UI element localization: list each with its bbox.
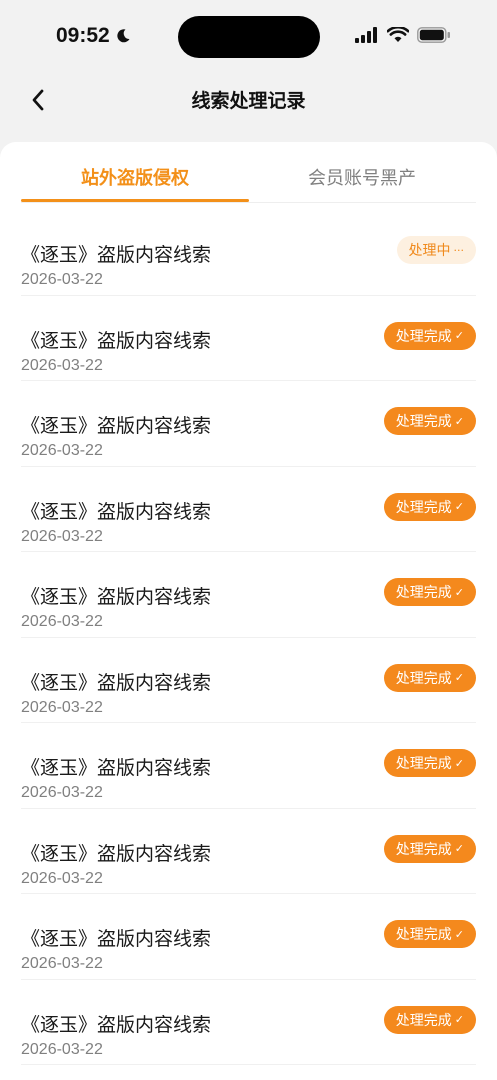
battery-icon [417,27,450,43]
item-title: 《逐玉》盗版内容线索 [21,586,212,608]
moon-icon [117,29,130,43]
item-title: 《逐玉》盗版内容线索 [21,500,212,523]
ellipsis-icon: ··· [453,243,465,257]
list-item[interactable]: 《逐玉》盗版内容线索 2026-03-22 处理完成 ✓ [21,980,476,1065]
check-icon: ✓ [454,927,464,941]
list-item[interactable]: 《逐玉》盗版内容线索 2026-03-22 处理完成 ✓ [21,467,476,552]
status-badge: 处理完成 ✓ [383,663,476,692]
item-date: 2026-03-22 [21,955,103,972]
tab-member-account-blackmarket[interactable]: 会员账号黑产 [248,164,476,190]
tabs-divider [21,202,476,203]
item-date: 2026-03-22 [21,442,103,459]
status-badge: 处理完成 ✓ [383,578,476,606]
status-badge: 处理完成 ✓ [383,321,476,350]
status-text: 处理中 [408,243,451,259]
item-date: 2026-03-22 [21,527,103,545]
check-icon: ✓ [454,414,464,428]
item-title: 《逐玉》盗版内容线索 [21,244,212,266]
status-text: 处理完成 [395,841,452,858]
item-date: 2026-03-22 [21,613,103,630]
status-badge: 处理完成 ✓ [383,407,476,435]
check-icon: ✓ [454,500,464,513]
status-text: 处理完成 [395,414,452,430]
status-text: 处理完成 [395,927,452,943]
status-text: 处理完成 [395,1012,452,1029]
check-icon: ✓ [454,585,464,599]
check-icon: ✓ [454,842,464,855]
item-title: 《逐玉》盗版内容线索 [21,415,212,437]
list-item[interactable]: 《逐玉》盗版内容线索 2026-03-22 处理完成 ✓ [21,638,476,723]
tab-offsite-piracy[interactable]: 站外盗版侵权 [21,164,249,190]
list-item[interactable]: 《逐玉》盗版内容线索 2026-03-22 处理完成 ✓ [21,296,476,381]
item-date: 2026-03-22 [21,698,103,716]
item-date: 2026-03-22 [21,1040,103,1058]
status-time: 09:52 [56,24,131,48]
list-item[interactable]: 《逐玉》盗版内容线索 2026-03-22 处理中 ··· [21,210,476,296]
status-text: 处理完成 [395,585,452,601]
status-badge: 处理完成 ✓ [383,749,476,777]
item-title: 《逐玉》盗版内容线索 [21,1013,212,1036]
item-title: 《逐玉》盗版内容线索 [21,329,212,352]
signal-icon [355,27,377,43]
tab-bar: 站外盗版侵权 会员账号黑产 [0,142,497,204]
status-text: 处理完成 [395,499,452,516]
item-date: 2026-03-22 [21,356,103,374]
dynamic-island [178,16,320,58]
item-date: 2026-03-22 [21,784,103,801]
list-item[interactable]: 《逐玉》盗版内容线索 2026-03-22 处理完成 ✓ [21,552,476,638]
list-item[interactable]: 《逐玉》盗版内容线索 2026-03-22 处理完成 ✓ [21,723,476,809]
check-icon: ✓ [454,329,464,342]
item-title: 《逐玉》盗版内容线索 [21,671,212,694]
check-icon: ✓ [454,1013,464,1026]
nav-bar: 线索处理记录 [0,72,497,144]
status-icons [355,27,451,43]
item-title: 《逐玉》盗版内容线索 [21,842,212,865]
status-text: 处理完成 [395,670,452,687]
record-list: 《逐玉》盗版内容线索 2026-03-22 处理中 ··· 《逐玉》盗版内容线索… [0,210,497,1065]
status-time-text: 09:52 [56,24,110,47]
check-icon: ✓ [454,671,464,684]
status-badge: 处理完成 ✓ [383,492,476,521]
list-item[interactable]: 《逐玉》盗版内容线索 2026-03-22 处理完成 ✓ [21,809,476,894]
item-date: 2026-03-22 [21,271,103,288]
item-date: 2026-03-22 [21,869,103,887]
wifi-icon [387,27,409,42]
list-item[interactable]: 《逐玉》盗版内容线索 2026-03-22 处理完成 ✓ [21,381,476,467]
status-text: 处理完成 [395,756,452,772]
content-card: 站外盗版侵权 会员账号黑产 《逐玉》盗版内容线索 2026-03-22 处理中 … [0,142,497,1080]
status-badge: 处理完成 ✓ [383,920,476,948]
status-badge: 处理中 ··· [396,236,476,264]
check-icon: ✓ [454,756,464,770]
status-text: 处理完成 [395,328,452,345]
status-bar: 09:52 [0,0,497,72]
status-badge: 处理完成 ✓ [383,1005,476,1034]
item-title: 《逐玉》盗版内容线索 [21,928,212,950]
item-title: 《逐玉》盗版内容线索 [21,757,212,779]
status-badge: 处理完成 ✓ [383,834,476,863]
page-title: 线索处理记录 [191,90,306,112]
list-item[interactable]: 《逐玉》盗版内容线索 2026-03-22 处理完成 ✓ [21,894,476,980]
